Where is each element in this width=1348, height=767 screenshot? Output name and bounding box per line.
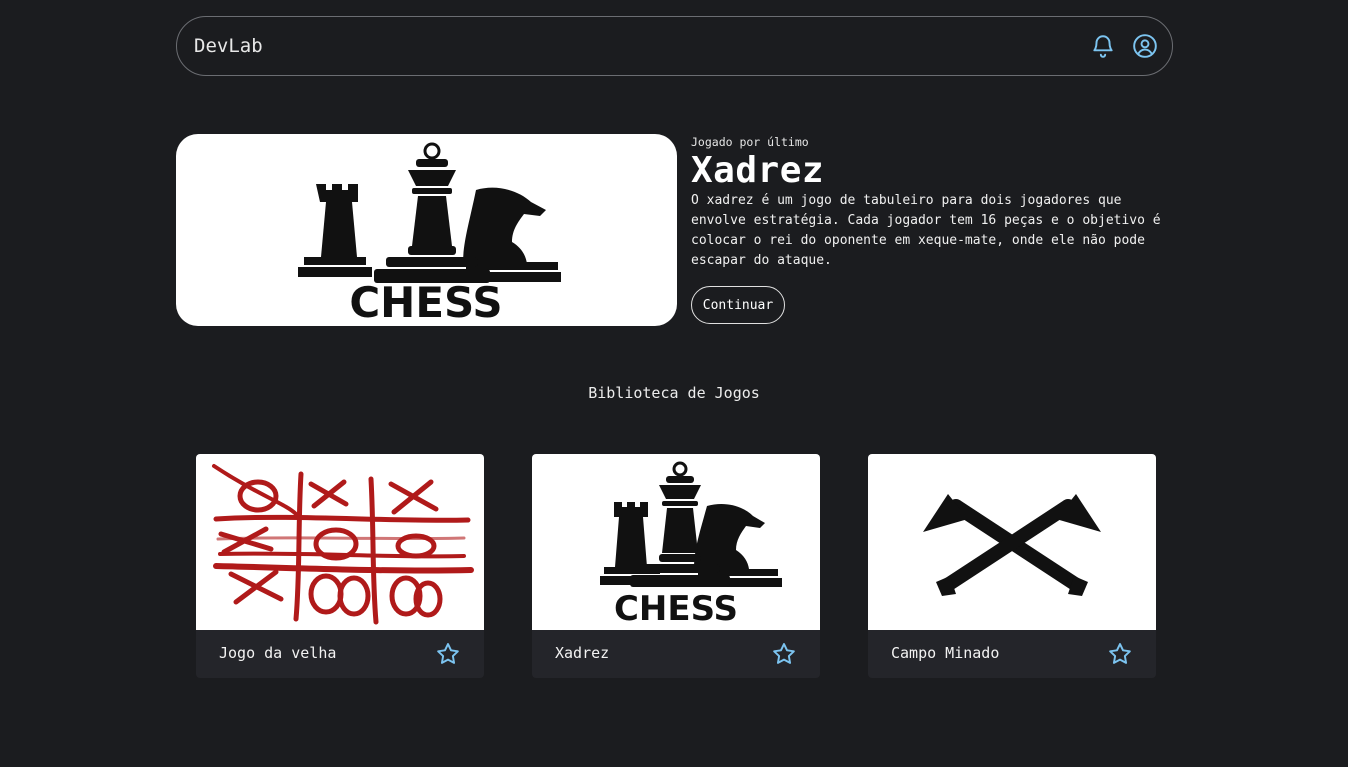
game-title: Campo Minado [891,644,1000,662]
bell-icon[interactable] [1090,33,1116,59]
star-icon[interactable] [1107,641,1133,667]
star-icon[interactable] [435,641,461,667]
user-circle-icon[interactable] [1132,33,1158,59]
crossed-flags-image [868,454,1156,630]
chess-hero-image[interactable]: CHESS [176,134,677,326]
navbar: DevLab [176,16,1173,76]
game-card-xadrez[interactable]: CHESS Xadrez [532,454,820,678]
tic-tac-toe-image [196,454,484,630]
star-icon[interactable] [771,641,797,667]
chess-card-image: CHESS [532,454,820,630]
continue-button[interactable]: Continuar [691,286,785,324]
game-card-campo-minado[interactable]: Campo Minado [868,454,1156,678]
chess-logo-text: CHESS [614,589,738,629]
chess-logo-text: CHESS [349,278,502,326]
game-title: Xadrez [555,644,610,662]
game-title: Jogo da velha [219,644,337,662]
hero-title: Xadrez [691,150,825,191]
hero-label: Jogado por último [691,135,809,149]
game-card-jogo-da-velha[interactable]: Jogo da velha [196,454,484,678]
hero-description: O xadrez é um jogo de tabuleiro para doi… [691,193,1161,268]
library-title: Biblioteca de Jogos [588,384,760,402]
brand-logo[interactable]: DevLab [194,35,263,57]
